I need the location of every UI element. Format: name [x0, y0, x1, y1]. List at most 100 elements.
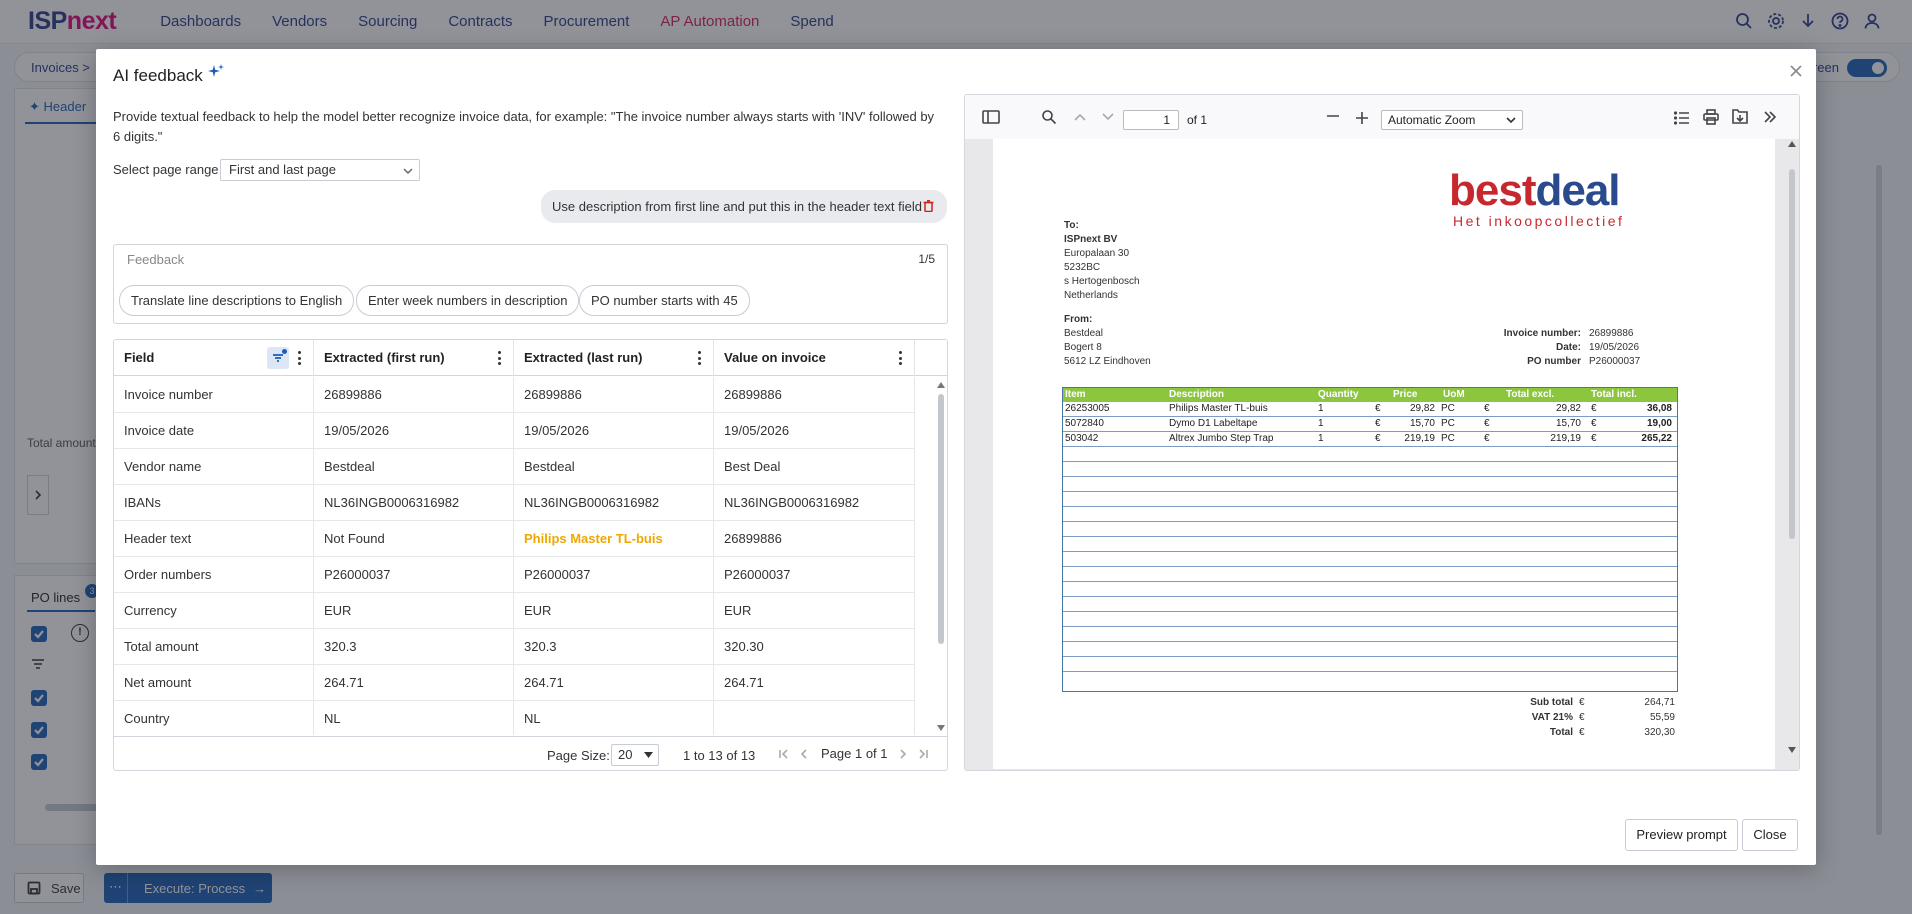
sidebar-toggle-icon[interactable] — [982, 110, 1000, 124]
page-range-select[interactable]: First and last page — [220, 159, 420, 181]
previous-page-icon[interactable] — [797, 747, 811, 761]
feedback-input[interactable]: Feedback — [127, 252, 184, 267]
pdf-page-count: of 1 — [1187, 113, 1208, 127]
column-header-first-run[interactable]: Extracted (first run) — [314, 340, 514, 376]
table-row[interactable]: Invoice date 19/05/2026 19/05/2026 19/05/20… — [114, 413, 915, 449]
preview-prompt-button[interactable]: Preview prompt — [1625, 819, 1738, 851]
invoice-line-excl: 29,82 — [1555, 403, 1581, 414]
to-label: To: — [1064, 220, 1079, 231]
cell-last-run: 320.3 — [514, 629, 714, 665]
table-row[interactable]: Vendor name Bestdeal Bestdeal Best Deal — [114, 449, 915, 485]
suggestion-week-numbers[interactable]: Enter week numbers in description — [356, 285, 580, 316]
scroll-up-arrow[interactable] — [937, 382, 945, 388]
column-menu-icon[interactable] — [898, 351, 902, 365]
print-icon[interactable] — [1703, 109, 1719, 125]
invoice-date-label: Date: — [1555, 342, 1581, 353]
invoice-empty-row — [1063, 507, 1677, 522]
cell-last-run: NL — [514, 701, 714, 735]
to-line: ISPnext BV — [1064, 234, 1118, 245]
invoice-empty-row — [1063, 567, 1677, 582]
scroll-thumb[interactable] — [1789, 169, 1795, 539]
table-row[interactable]: Invoice number 26899886 26899886 26899886 — [114, 377, 915, 413]
suggestion-translate[interactable]: Translate line descriptions to English — [119, 285, 355, 316]
feedback-input-box[interactable]: Feedback 1/5 Translate line descriptions… — [113, 244, 948, 324]
invoice-empty-row — [1063, 627, 1677, 642]
suggestion-po-number[interactable]: PO number starts with 45 — [579, 285, 750, 316]
trash-icon[interactable] — [923, 200, 934, 212]
cell-last-run: 19/05/2026 — [514, 413, 714, 449]
dialog-description: Provide textual feedback to help the mod… — [113, 109, 935, 144]
cell-value-on-invoice: P26000037 — [714, 557, 915, 593]
column-filter-button[interactable] — [267, 347, 289, 369]
chevron-up-icon[interactable] — [1073, 112, 1087, 122]
first-page-icon[interactable] — [777, 747, 791, 761]
column-menu-icon[interactable] — [697, 351, 701, 365]
subtotal-currency: € — [1579, 697, 1585, 708]
table-row[interactable]: IBANs NL36INGB0006316982 NL36INGB000631698… — [114, 485, 915, 521]
column-header-last-run[interactable]: Extracted (last run) — [514, 340, 714, 376]
close-button[interactable]: Close — [1742, 819, 1798, 851]
cell-first-run: Not Found — [314, 521, 514, 557]
pdf-page-input[interactable]: 1 — [1123, 110, 1179, 130]
cell-field: Vendor name — [114, 449, 314, 485]
table-row[interactable]: Order numbers P26000037 P26000037 P26000037 — [114, 557, 915, 593]
filter-icon — [273, 354, 283, 362]
column-header-field[interactable]: Field — [114, 340, 314, 376]
table-row[interactable]: Total amount 320.3 320.3 320.30 — [114, 629, 915, 665]
chevron-down-icon — [403, 168, 413, 175]
search-icon[interactable] — [1041, 109, 1057, 125]
table-row[interactable]: Currency EUR EUR EUR — [114, 593, 915, 629]
cell-field: Country — [114, 701, 314, 735]
invoice-line-currency: € — [1375, 418, 1381, 429]
invoice-col-price: Price — [1393, 389, 1418, 400]
grid-scrollbar[interactable] — [935, 380, 947, 736]
chevron-down-icon[interactable] — [1101, 112, 1115, 122]
cell-first-run: NL36INGB0006316982 — [314, 485, 514, 521]
cell-value-on-invoice: 320.30 — [714, 629, 915, 665]
zoom-in-icon[interactable] — [1355, 111, 1369, 125]
next-page-icon[interactable] — [896, 747, 910, 761]
cell-field: Net amount — [114, 665, 314, 701]
last-page-icon[interactable] — [916, 747, 930, 761]
chevron-down-icon — [1506, 117, 1516, 124]
vat-value: 55,59 — [1649, 712, 1675, 723]
column-menu-icon[interactable] — [497, 351, 501, 365]
zoom-out-icon[interactable] — [1326, 114, 1340, 118]
scroll-up-arrow[interactable] — [1788, 141, 1796, 147]
invoice-line-uom: PC — [1441, 433, 1455, 444]
cell-first-run: P26000037 — [314, 557, 514, 593]
table-row[interactable]: Header text Not Found Philips Master TL-bu… — [114, 521, 915, 557]
page-range-label: Select page range — [113, 162, 219, 177]
invoice-line-desc: Dymo D1 Labeltape — [1169, 418, 1258, 429]
invoice-line-currency: € — [1375, 433, 1381, 444]
invoice-col-quantity: Quantity — [1318, 389, 1359, 400]
table-row[interactable]: Net amount 264.71 264.71 264.71 — [114, 665, 915, 701]
invoice-col-item: Item — [1065, 389, 1086, 400]
invoice-line-currency: € — [1591, 433, 1597, 444]
table-row[interactable]: Country NL NL — [114, 701, 915, 735]
to-line: s Hertogenbosch — [1064, 276, 1140, 287]
invoice-line-uom: PC — [1441, 403, 1455, 414]
close-dialog-button[interactable] — [1786, 61, 1806, 81]
invoice-page: bestdeal Het inkoopcollectief To: ISPnex… — [993, 139, 1775, 769]
invoice-number-label: Invoice number: — [1503, 328, 1581, 339]
column-header-value-on-invoice[interactable]: Value on invoice — [714, 340, 915, 376]
scroll-down-arrow[interactable] — [1788, 747, 1796, 753]
invoice-line-item: 503042 — [1065, 433, 1099, 444]
pdf-zoom-select[interactable]: Automatic Zoom — [1381, 110, 1523, 130]
save-pdf-icon[interactable] — [1732, 109, 1748, 125]
page-size-select[interactable]: 20 — [611, 744, 659, 766]
cell-value-on-invoice — [714, 701, 915, 735]
document-properties-icon[interactable] — [1674, 111, 1690, 125]
invoice-line: 26253005 Philips Master TL-buis 1 € 29,8… — [1063, 402, 1677, 417]
from-line: Bestdeal — [1064, 328, 1103, 339]
pdf-scrollbar[interactable] — [1786, 139, 1798, 759]
scroll-down-arrow[interactable] — [937, 725, 945, 731]
dialog-title: AI feedback — [113, 64, 225, 86]
total-currency: € — [1579, 727, 1585, 738]
invoice-empty-row — [1063, 642, 1677, 657]
tools-menu-icon[interactable] — [1763, 110, 1777, 124]
scroll-thumb[interactable] — [938, 394, 944, 644]
column-menu-icon[interactable] — [297, 351, 301, 365]
cell-last-run: 26899886 — [514, 377, 714, 413]
